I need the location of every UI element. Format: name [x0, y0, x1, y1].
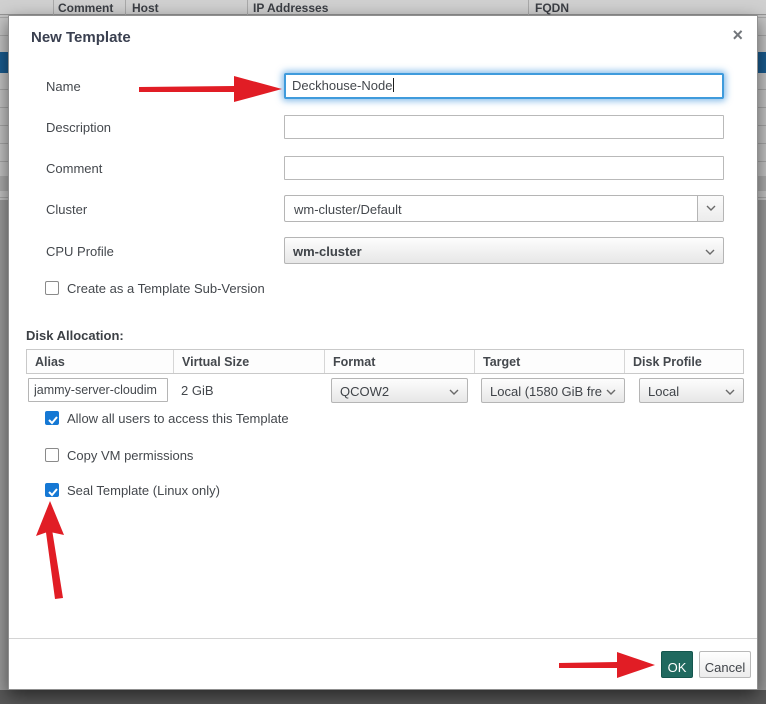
disk-format-value: QCOW2 — [340, 384, 389, 399]
col-target: Target — [475, 350, 625, 373]
disk-virtual-size: 2 GiB — [181, 383, 214, 398]
chevron-down-icon — [449, 389, 459, 396]
dialog-title: New Template — [31, 29, 131, 46]
close-icon[interactable]: × — [732, 24, 743, 46]
column-header-ip-addresses: IP Addresses — [253, 1, 328, 15]
disk-target-select[interactable]: Local (1580 GiB fre — [481, 378, 625, 403]
annotation-arrow-ok — [559, 651, 657, 679]
column-separator — [125, 0, 126, 15]
cpu-profile-select-value: wm-cluster — [293, 244, 362, 259]
col-disk-profile: Disk Profile — [625, 350, 742, 373]
check-icon — [47, 414, 59, 426]
copy-vm-permissions-checkbox[interactable] — [45, 448, 59, 462]
name-input[interactable]: Deckhouse-Node — [284, 73, 724, 99]
cancel-button[interactable]: Cancel — [699, 651, 751, 678]
new-template-dialog: New Template × Name Deckhouse-Node Descr… — [8, 15, 758, 690]
background-table-header: Comment Host IP Addresses FQDN — [0, 0, 766, 15]
chevron-down-icon — [606, 389, 616, 396]
column-separator — [53, 0, 54, 15]
disk-alias-input[interactable] — [28, 378, 168, 402]
annotation-arrow-name — [139, 74, 284, 104]
disk-profile-value: Local — [648, 384, 679, 399]
disk-allocation-heading: Disk Allocation: — [26, 328, 124, 343]
background-bottom-strip — [0, 690, 766, 704]
seal-template-label: Seal Template (Linux only) — [67, 483, 220, 498]
allow-all-users-checkbox[interactable] — [45, 411, 59, 425]
disk-format-select[interactable]: QCOW2 — [331, 378, 468, 403]
disk-table-row: 2 GiB QCOW2 Local (1580 GiB fre Local — [26, 374, 744, 405]
column-header-host: Host — [132, 1, 159, 15]
copy-vm-permissions-label: Copy VM permissions — [67, 448, 193, 463]
sub-version-checkbox[interactable] — [45, 281, 59, 295]
annotation-arrow-seal — [35, 501, 71, 601]
disk-allocation-table: Alias Virtual Size Format Target Disk Pr… — [26, 349, 744, 405]
allow-all-users-label: Allow all users to access this Template — [67, 411, 289, 426]
chevron-down-icon — [697, 196, 723, 221]
cpu-profile-select[interactable]: wm-cluster — [284, 237, 724, 264]
comment-label: Comment — [46, 161, 102, 176]
col-virtual-size: Virtual Size — [174, 350, 325, 373]
sub-version-checkbox-label: Create as a Template Sub-Version — [67, 281, 265, 296]
column-separator — [528, 0, 529, 15]
chevron-down-icon — [725, 389, 735, 396]
name-input-value: Deckhouse-Node — [292, 78, 392, 93]
ok-button[interactable]: OK — [661, 651, 693, 678]
column-header-comment: Comment — [58, 1, 113, 15]
comment-input[interactable] — [284, 156, 724, 180]
cluster-label: Cluster — [46, 202, 87, 217]
footer-divider — [9, 638, 757, 639]
name-label: Name — [46, 79, 81, 94]
cpu-profile-label: CPU Profile — [46, 244, 114, 259]
text-caret — [393, 78, 394, 92]
cluster-select-value: wm-cluster/Default — [294, 202, 402, 217]
chevron-down-icon — [705, 249, 715, 256]
cluster-select[interactable]: wm-cluster/Default — [284, 195, 724, 222]
col-format: Format — [325, 350, 475, 373]
column-separator — [247, 0, 248, 15]
disk-profile-select[interactable]: Local — [639, 378, 744, 403]
disk-table-header: Alias Virtual Size Format Target Disk Pr… — [26, 349, 744, 374]
seal-template-checkbox[interactable] — [45, 483, 59, 497]
description-label: Description — [46, 120, 111, 135]
description-input[interactable] — [284, 115, 724, 139]
disk-target-value: Local (1580 GiB fre — [490, 384, 602, 399]
col-alias: Alias — [27, 350, 174, 373]
column-header-fqdn: FQDN — [535, 1, 569, 15]
check-icon — [47, 486, 59, 498]
